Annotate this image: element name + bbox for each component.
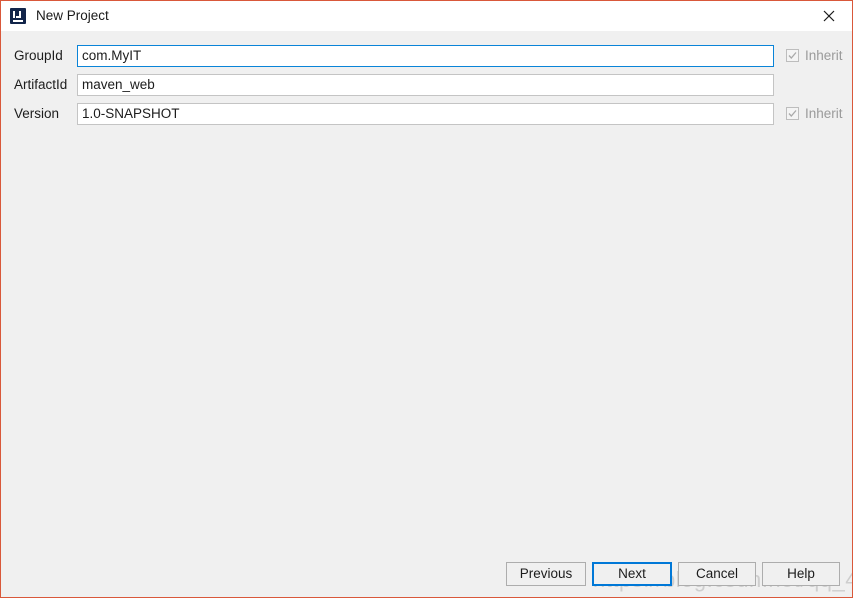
intellij-idea-icon: [10, 8, 26, 24]
groupid-label: GroupId: [14, 48, 63, 63]
form-row-version: Version Inherit: [1, 99, 852, 128]
groupid-inherit-checkbox[interactable]: [786, 49, 799, 62]
window-title: New Project: [36, 8, 109, 24]
check-icon: [788, 110, 797, 117]
artifactid-inherit-placeholder: [786, 78, 799, 91]
cancel-button[interactable]: Cancel: [678, 562, 756, 586]
artifactid-input[interactable]: [77, 73, 774, 96]
version-inherit-checkbox[interactable]: [786, 107, 799, 120]
groupid-inherit-label: Inherit: [805, 48, 843, 63]
check-icon: [788, 52, 797, 59]
next-button[interactable]: Next: [592, 562, 672, 586]
groupid-input[interactable]: [77, 44, 774, 67]
version-inherit-checkbox-group[interactable]: Inherit: [786, 106, 843, 121]
maven-coordinates-form: GroupId Inherit ArtifactId: [1, 41, 852, 128]
version-label: Version: [14, 106, 60, 121]
dialog-content: GroupId Inherit ArtifactId: [1, 31, 852, 597]
close-button[interactable]: [806, 1, 852, 31]
version-input[interactable]: [77, 102, 774, 125]
help-button[interactable]: Help: [762, 562, 840, 586]
new-project-dialog: New Project GroupId com.MyIT Inherit Art…: [0, 0, 853, 598]
close-icon: [823, 10, 835, 22]
previous-button[interactable]: Previous: [506, 562, 586, 586]
form-row-groupid: GroupId Inherit: [1, 41, 852, 70]
form-row-artifactid: ArtifactId: [1, 70, 852, 99]
title-bar: New Project: [1, 1, 852, 31]
artifactid-label: ArtifactId: [14, 77, 68, 92]
version-inherit-label: Inherit: [805, 106, 843, 121]
dialog-button-bar: Previous Next Cancel Help: [1, 562, 852, 588]
groupid-inherit-checkbox-group[interactable]: Inherit: [786, 48, 843, 63]
